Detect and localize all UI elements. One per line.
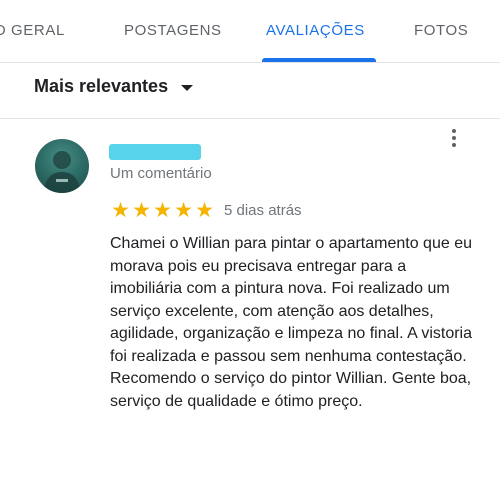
section-divider bbox=[0, 118, 500, 119]
review-time: 5 dias atrás bbox=[224, 202, 302, 219]
sort-dropdown[interactable]: Mais relevantes bbox=[34, 76, 194, 97]
caret-down-icon bbox=[181, 84, 194, 91]
person-silhouette-icon bbox=[43, 151, 81, 193]
star-icon: ★ bbox=[174, 199, 193, 222]
star-icon: ★ bbox=[195, 199, 214, 222]
reviewer-comment-count: Um comentário bbox=[110, 165, 212, 182]
redacted-reviewer-name bbox=[109, 144, 201, 160]
avatar[interactable] bbox=[35, 139, 89, 193]
tab-bar: O GERAL POSTAGENS AVALIAÇÕES FOTOS bbox=[0, 0, 500, 62]
review-text: Chamei o Willian para pintar o apartamen… bbox=[110, 235, 472, 410]
tab-overview[interactable]: O GERAL bbox=[0, 22, 65, 39]
more-vert-icon[interactable] bbox=[448, 129, 460, 151]
sort-label: Mais relevantes bbox=[34, 76, 169, 96]
star-icon: ★ bbox=[111, 199, 130, 222]
star-icon: ★ bbox=[153, 199, 172, 222]
star-icon: ★ bbox=[132, 199, 151, 222]
tabs-divider bbox=[0, 62, 500, 63]
tab-reviews[interactable]: AVALIAÇÕES bbox=[266, 22, 365, 39]
tab-posts[interactable]: POSTAGENS bbox=[124, 22, 222, 39]
star-rating: ★ ★ ★ ★ ★ bbox=[110, 200, 215, 221]
tab-photos[interactable]: FOTOS bbox=[414, 22, 468, 39]
review-rating: ★ ★ ★ ★ ★ 5 dias atrás bbox=[110, 200, 302, 221]
